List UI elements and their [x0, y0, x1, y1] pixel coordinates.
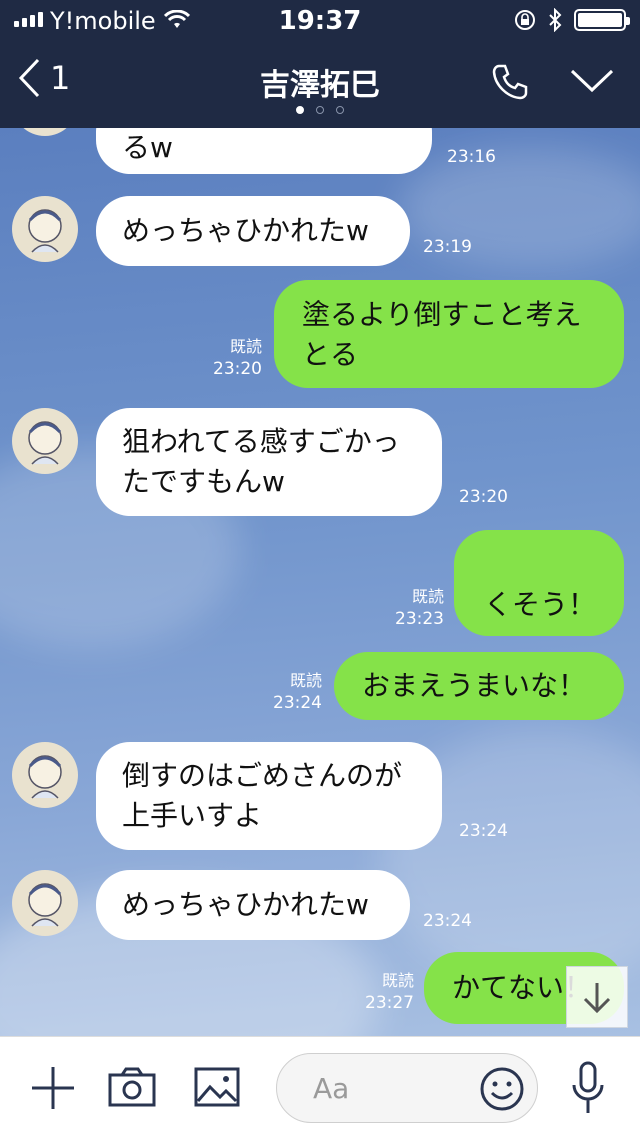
- message-text: くそう！: [484, 588, 597, 621]
- message-text: 狙われてる感すごかっ: [122, 425, 400, 458]
- message-meta: 23:24: [420, 910, 472, 932]
- message-time: 23:16: [447, 147, 496, 167]
- read-receipt: 既読: [229, 337, 262, 356]
- message-time: 23:27: [365, 993, 414, 1013]
- message-time: 23:19: [423, 237, 472, 257]
- message-time: 23:24: [423, 911, 472, 931]
- image-icon[interactable]: [194, 1067, 240, 1107]
- status-bar: Y!mobile 19:37: [0, 0, 640, 40]
- message-bubble[interactable]: くそう！: [454, 530, 624, 636]
- message-time: 23:24: [459, 821, 508, 841]
- read-receipt: 既読: [411, 587, 444, 606]
- message-time: 23:24: [273, 693, 322, 713]
- message-bubble[interactable]: るw: [96, 128, 432, 174]
- message-text: るw: [122, 131, 173, 164]
- avatar[interactable]: [12, 408, 78, 474]
- message-time: 23:20: [213, 359, 262, 379]
- chat-header: 1 吉澤拓巳: [0, 40, 640, 128]
- battery-icon: [574, 9, 630, 31]
- message-meta: 既読 23:24: [266, 670, 322, 714]
- lock-rotation-icon: [515, 10, 535, 30]
- plus-icon[interactable]: [30, 1065, 76, 1111]
- phone-icon[interactable]: [490, 62, 530, 102]
- message-bubble[interactable]: めっちゃひかれたw: [96, 870, 410, 940]
- message-text: 上手いすよ: [122, 799, 263, 832]
- message-bubble[interactable]: 狙われてる感すごかっ たですもんw: [96, 408, 442, 516]
- chevron-down-icon[interactable]: [570, 68, 614, 94]
- message-text: 塗るより倒すこと考え: [302, 298, 582, 331]
- avatar[interactable]: [12, 870, 78, 936]
- read-receipt: 既読: [289, 671, 322, 690]
- message-meta: 既読 23:27: [358, 970, 414, 1014]
- bluetooth-icon: [549, 8, 562, 32]
- camera-icon[interactable]: [108, 1067, 156, 1107]
- chat-title: 吉澤拓巳: [260, 68, 380, 103]
- message-bubble[interactable]: おまえうまいな！: [334, 652, 624, 720]
- message-bubble[interactable]: 塗るより倒すこと考え とる: [274, 280, 624, 388]
- scroll-to-bottom-button[interactable]: [566, 966, 628, 1028]
- message-text: とる: [302, 338, 359, 371]
- arrow-down-icon: [583, 983, 611, 1014]
- message-time: 23:23: [395, 609, 444, 629]
- message-text: おまえうまいな！: [362, 669, 587, 702]
- message-meta: 23:16: [444, 146, 496, 168]
- message-text: 倒すのはごめさんのが: [122, 759, 403, 792]
- message-text: たですもんw: [122, 465, 285, 498]
- chat-area[interactable]: るw 23:16 めっちゃひかれたw 23:19 既読 23:20 塗るより倒す…: [0, 128, 640, 1036]
- message-meta: 23:20: [456, 486, 508, 508]
- message-text: めっちゃひかれたw: [122, 214, 369, 247]
- message-bubble[interactable]: めっちゃひかれたw: [96, 196, 410, 266]
- input-bar: Aa: [0, 1036, 640, 1137]
- emoji-icon[interactable]: [479, 1066, 525, 1112]
- message-time: 23:20: [459, 487, 508, 507]
- avatar[interactable]: [12, 742, 78, 808]
- avatar[interactable]: [12, 196, 78, 262]
- microphone-icon[interactable]: [570, 1061, 606, 1115]
- input-placeholder: Aa: [313, 1072, 350, 1105]
- read-receipt: 既読: [381, 971, 414, 990]
- message-input[interactable]: Aa: [276, 1053, 538, 1123]
- message-meta: 23:24: [456, 820, 508, 842]
- avatar[interactable]: [12, 128, 78, 136]
- message-meta: 既読 23:20: [206, 336, 262, 380]
- message-bubble[interactable]: 倒すのはごめさんのが 上手いすよ: [96, 742, 442, 850]
- message-meta: 23:19: [420, 236, 472, 258]
- page-indicator: [0, 106, 640, 114]
- message-meta: 既読 23:23: [388, 586, 444, 630]
- message-text: めっちゃひかれたw: [122, 888, 369, 921]
